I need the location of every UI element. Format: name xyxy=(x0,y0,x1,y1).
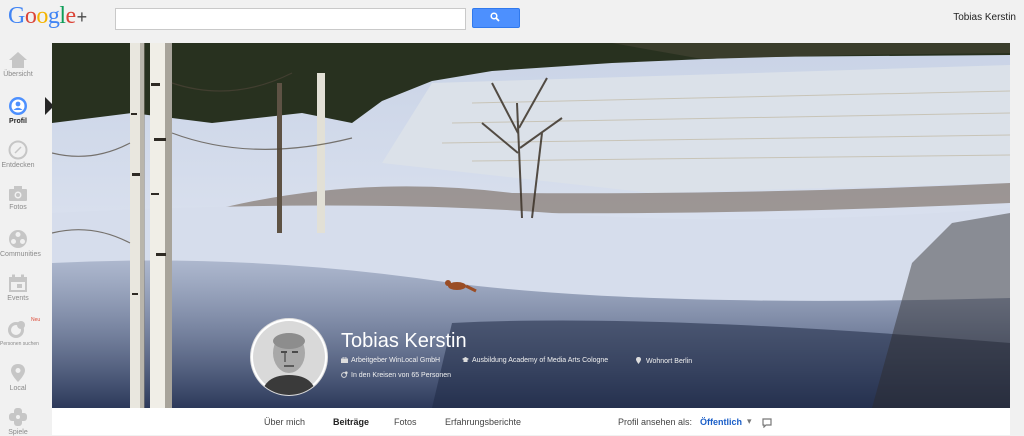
people-icon xyxy=(8,321,25,338)
nav-label: Fotos xyxy=(9,204,27,211)
pin-icon xyxy=(11,364,25,382)
logo-letter: o xyxy=(36,3,48,29)
camera-icon xyxy=(9,186,27,201)
nav-item-local[interactable]: Local xyxy=(0,363,36,392)
education-info: Ausbildung Academy of Media Arts Cologne xyxy=(462,357,608,364)
tab-posts[interactable]: Beiträge xyxy=(333,417,369,427)
nav-label: Communities xyxy=(0,251,41,258)
nav-item-explore[interactable]: Entdecken xyxy=(0,140,36,169)
avatar-portrait xyxy=(253,321,325,395)
logo-letter: o xyxy=(24,3,37,29)
home-icon xyxy=(9,52,27,68)
profile-tab-bar: Über mich Beiträge Fotos Erfahrungsberic… xyxy=(52,408,1010,435)
logo-letter: G xyxy=(8,3,25,29)
nav-item-photos[interactable]: Fotos xyxy=(0,185,36,211)
education-text: Ausbildung Academy of Media Arts Cologne xyxy=(472,357,609,364)
compass-icon xyxy=(8,140,28,160)
nav-label: Entdecken xyxy=(1,162,35,169)
circles-info: In den Kreisen von 65 Personen xyxy=(341,371,451,379)
logo-letter: e xyxy=(65,3,77,29)
account-name[interactable]: Tobias Kerstin xyxy=(953,12,1016,23)
tab-about[interactable]: Über mich xyxy=(264,417,305,427)
nav-item-games[interactable]: Spiele xyxy=(0,407,36,436)
profile-icon xyxy=(9,97,27,115)
cover-photo[interactable] xyxy=(52,43,1010,408)
nav-item-profile[interactable]: Profil xyxy=(0,96,36,125)
residence-text: Wohnort Berlin xyxy=(646,358,693,365)
snowy-forest-scene xyxy=(52,43,1010,408)
profile-name: Tobias Kerstin xyxy=(341,330,467,352)
calendar-icon xyxy=(9,274,27,292)
google-plus-logo[interactable]: Google+ xyxy=(8,3,87,30)
employer-info: Arbeitgeber WinLocal GmbH xyxy=(341,356,441,364)
residence-info: Wohnort Berlin xyxy=(636,357,692,365)
view-as-dropdown[interactable]: Öffentlich xyxy=(700,417,742,427)
graduation-cap-icon xyxy=(462,357,469,363)
nav-label: Events xyxy=(7,295,29,302)
briefcase-icon xyxy=(341,356,348,363)
logo-plus: + xyxy=(76,7,88,27)
nav-item-overview[interactable]: Übersicht xyxy=(0,51,36,78)
search-button[interactable] xyxy=(472,8,520,28)
games-icon xyxy=(9,408,27,426)
top-bar: Google+ Tobias Kerstin xyxy=(0,0,1024,36)
search-icon xyxy=(490,12,500,22)
nav-label: Übersicht xyxy=(3,71,33,78)
communities-icon xyxy=(9,230,27,248)
nav-label: Profil xyxy=(9,118,27,125)
nav-label: Personen suchen xyxy=(0,341,39,347)
nav-label: Local xyxy=(9,385,27,392)
location-pin-icon xyxy=(636,357,643,364)
search-input[interactable] xyxy=(115,8,466,30)
circles-text: In den Kreisen von 65 Personen xyxy=(351,372,452,379)
logo-letter: g xyxy=(47,3,60,29)
nav-item-events[interactable]: Events xyxy=(0,274,36,302)
profile-avatar[interactable] xyxy=(251,319,327,395)
tab-photos[interactable]: Fotos xyxy=(394,417,417,427)
circles-icon xyxy=(341,371,348,378)
view-as-label: Profil ansehen als: xyxy=(618,417,693,427)
nav-item-communities[interactable]: Communities xyxy=(0,229,41,258)
chevron-down-icon[interactable]: ▾ xyxy=(747,416,752,427)
new-badge: Neu xyxy=(31,317,41,323)
employer-text: Arbeitgeber WinLocal GmbH xyxy=(351,357,441,364)
nav-item-find-people[interactable]: Neu Personen suchen xyxy=(0,317,40,347)
feedback-flag-icon[interactable] xyxy=(762,418,772,428)
tab-reviews[interactable]: Erfahrungsberichte xyxy=(445,417,521,427)
